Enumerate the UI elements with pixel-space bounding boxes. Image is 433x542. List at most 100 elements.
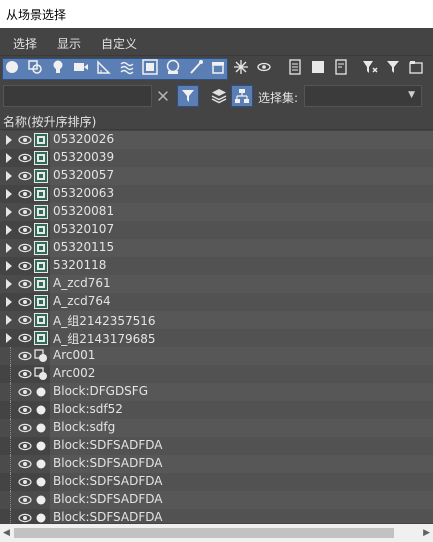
expand-arrow-icon[interactable] [6, 297, 12, 307]
bones-icon[interactable] [188, 59, 204, 75]
cameras-icon[interactable] [73, 59, 89, 75]
list-item[interactable]: 5320118 [0, 257, 433, 275]
visibility-eye-icon[interactable] [18, 330, 32, 346]
expand-arrow-icon[interactable] [6, 279, 12, 289]
layers-icon[interactable] [208, 85, 230, 107]
visibility-eye-icon[interactable] [18, 492, 32, 508]
folder-icon[interactable] [408, 59, 424, 75]
list-item[interactable]: Block:DFGDSFG [0, 383, 433, 401]
expand-arrow-icon[interactable] [6, 171, 12, 181]
list-item[interactable]: 05320039 [0, 149, 433, 167]
visibility-eye-icon[interactable] [18, 384, 32, 400]
menu-bar: 选择 显示 自定义 [0, 28, 433, 56]
expand-arrow-icon[interactable] [6, 189, 12, 199]
filter-toggle-icon[interactable] [177, 85, 199, 107]
lights-icon[interactable] [50, 59, 66, 75]
visibility-eye-icon[interactable] [18, 222, 32, 238]
name-column-label: 名称(按升序排序) [3, 115, 97, 129]
filter-icon[interactable] [385, 59, 401, 75]
list-item[interactable]: Block:SDFSADFDA [0, 491, 433, 509]
xrefs-icon[interactable] [165, 59, 181, 75]
list-item[interactable]: A_组2143179685 [0, 329, 433, 347]
menu-customize[interactable]: 自定义 [101, 35, 137, 52]
expand-arrow-icon[interactable] [6, 243, 12, 253]
list-item[interactable]: Arc001 [0, 347, 433, 365]
list-item[interactable]: Block:SDFSADFDA [0, 455, 433, 473]
clear-search-icon[interactable] [152, 85, 174, 107]
spacewarps-icon[interactable] [119, 59, 135, 75]
list-item[interactable]: A_组2142357516 [0, 311, 433, 329]
list-item[interactable]: 05320063 [0, 185, 433, 203]
visibility-eye-icon[interactable] [18, 186, 32, 202]
list-item[interactable]: 05320026 [0, 131, 433, 149]
list-item[interactable]: Block:SDFSADFDA [0, 437, 433, 455]
object-name: A_组2143179685 [53, 332, 156, 346]
scroll-left-icon[interactable]: ◀ [3, 528, 10, 538]
column-header[interactable]: 名称(按升序排序) [0, 110, 433, 130]
expand-arrow-icon[interactable] [6, 153, 12, 163]
visibility-eye-icon[interactable] [18, 348, 32, 364]
list-item[interactable]: Arc002 [0, 365, 433, 383]
display-list-icon[interactable] [333, 59, 349, 75]
helpers-icon[interactable] [96, 59, 112, 75]
list-item[interactable]: 05320081 [0, 203, 433, 221]
scroll-thumb[interactable] [14, 528, 394, 538]
visibility-eye-icon[interactable] [18, 294, 32, 310]
expand-arrow-icon[interactable] [6, 333, 12, 343]
tree-line [10, 401, 11, 419]
visibility-eye-icon[interactable] [18, 312, 32, 328]
list-item[interactable]: A_zcd764 [0, 293, 433, 311]
visibility-eye-icon[interactable] [18, 438, 32, 454]
visibility-eye-icon[interactable] [18, 420, 32, 436]
expand-arrow-icon[interactable] [6, 315, 12, 325]
shapes-icon[interactable] [27, 59, 43, 75]
expand-arrow-icon[interactable] [6, 261, 12, 271]
expand-arrow-icon[interactable] [6, 225, 12, 235]
horizontal-scrollbar[interactable]: ◀ ▶ [0, 524, 433, 542]
list-item[interactable]: Block:sdfg [0, 419, 433, 437]
visibility-eye-icon[interactable] [18, 168, 32, 184]
menu-select[interactable]: 选择 [13, 35, 37, 52]
list-item[interactable]: Block:sdf52 [0, 401, 433, 419]
list-item[interactable]: Block:SDFSADFDA [0, 473, 433, 491]
group-icon [34, 313, 48, 327]
list-item[interactable]: A_zcd761 [0, 275, 433, 293]
tree-line [10, 383, 11, 401]
visibility-eye-icon[interactable] [18, 456, 32, 472]
menu-display[interactable]: 显示 [57, 35, 81, 52]
visibility-eye-icon[interactable] [18, 510, 32, 523]
hidden-icon[interactable] [256, 59, 272, 75]
visibility-eye-icon[interactable] [18, 240, 32, 256]
object-name: Block:SDFSADFDA [53, 474, 163, 488]
list-item[interactable]: 05320107 [0, 221, 433, 239]
group-icon [34, 295, 48, 309]
visibility-eye-icon[interactable] [18, 474, 32, 490]
list-item[interactable]: 05320057 [0, 167, 433, 185]
visibility-eye-icon[interactable] [18, 132, 32, 148]
list-item[interactable]: 05320115 [0, 239, 433, 257]
containers-icon[interactable] [210, 59, 226, 75]
name-cell [50, 365, 433, 383]
visibility-eye-icon[interactable] [18, 258, 32, 274]
visibility-eye-icon[interactable] [18, 366, 32, 382]
expand-arrow-icon[interactable] [6, 135, 12, 145]
geometry-icon[interactable] [4, 59, 20, 75]
groups-icon[interactable] [142, 59, 158, 75]
geometry-icon [36, 513, 46, 523]
list-item[interactable]: Block:SDFSADFDA [0, 509, 433, 523]
filter-remove-icon[interactable] [362, 59, 378, 75]
visibility-eye-icon[interactable] [18, 402, 32, 418]
expand-arrow-icon[interactable] [6, 207, 12, 217]
scroll-right-icon[interactable]: ▶ [423, 528, 430, 538]
visibility-eye-icon[interactable] [18, 276, 32, 292]
display-children-icon[interactable] [287, 59, 303, 75]
geometry-icon [36, 477, 46, 487]
selection-set-dropdown[interactable]: ▼ [304, 85, 422, 107]
visibility-eye-icon[interactable] [18, 204, 32, 220]
visibility-eye-icon[interactable] [18, 150, 32, 166]
search-input[interactable] [3, 85, 152, 107]
tree-line [10, 491, 11, 509]
frozen-icon[interactable] [233, 59, 249, 75]
hierarchy-icon[interactable] [231, 85, 253, 107]
display-layers-icon[interactable] [310, 59, 326, 75]
